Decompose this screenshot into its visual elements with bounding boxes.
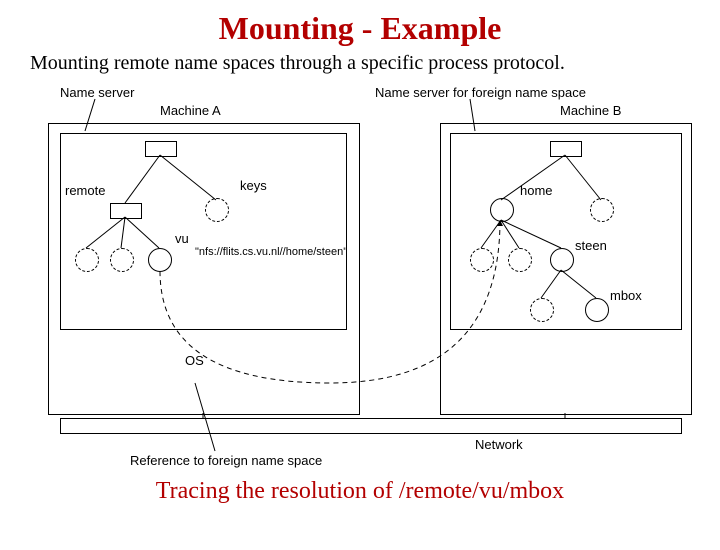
- connector-lines: [30, 83, 710, 473]
- subtitle: Mounting remote name spaces through a sp…: [30, 52, 720, 75]
- diagram: Name server Name server for foreign name…: [30, 83, 710, 473]
- caption: Tracing the resolution of /remote/vu/mbo…: [0, 478, 720, 505]
- page-title: Mounting - Example: [0, 10, 720, 47]
